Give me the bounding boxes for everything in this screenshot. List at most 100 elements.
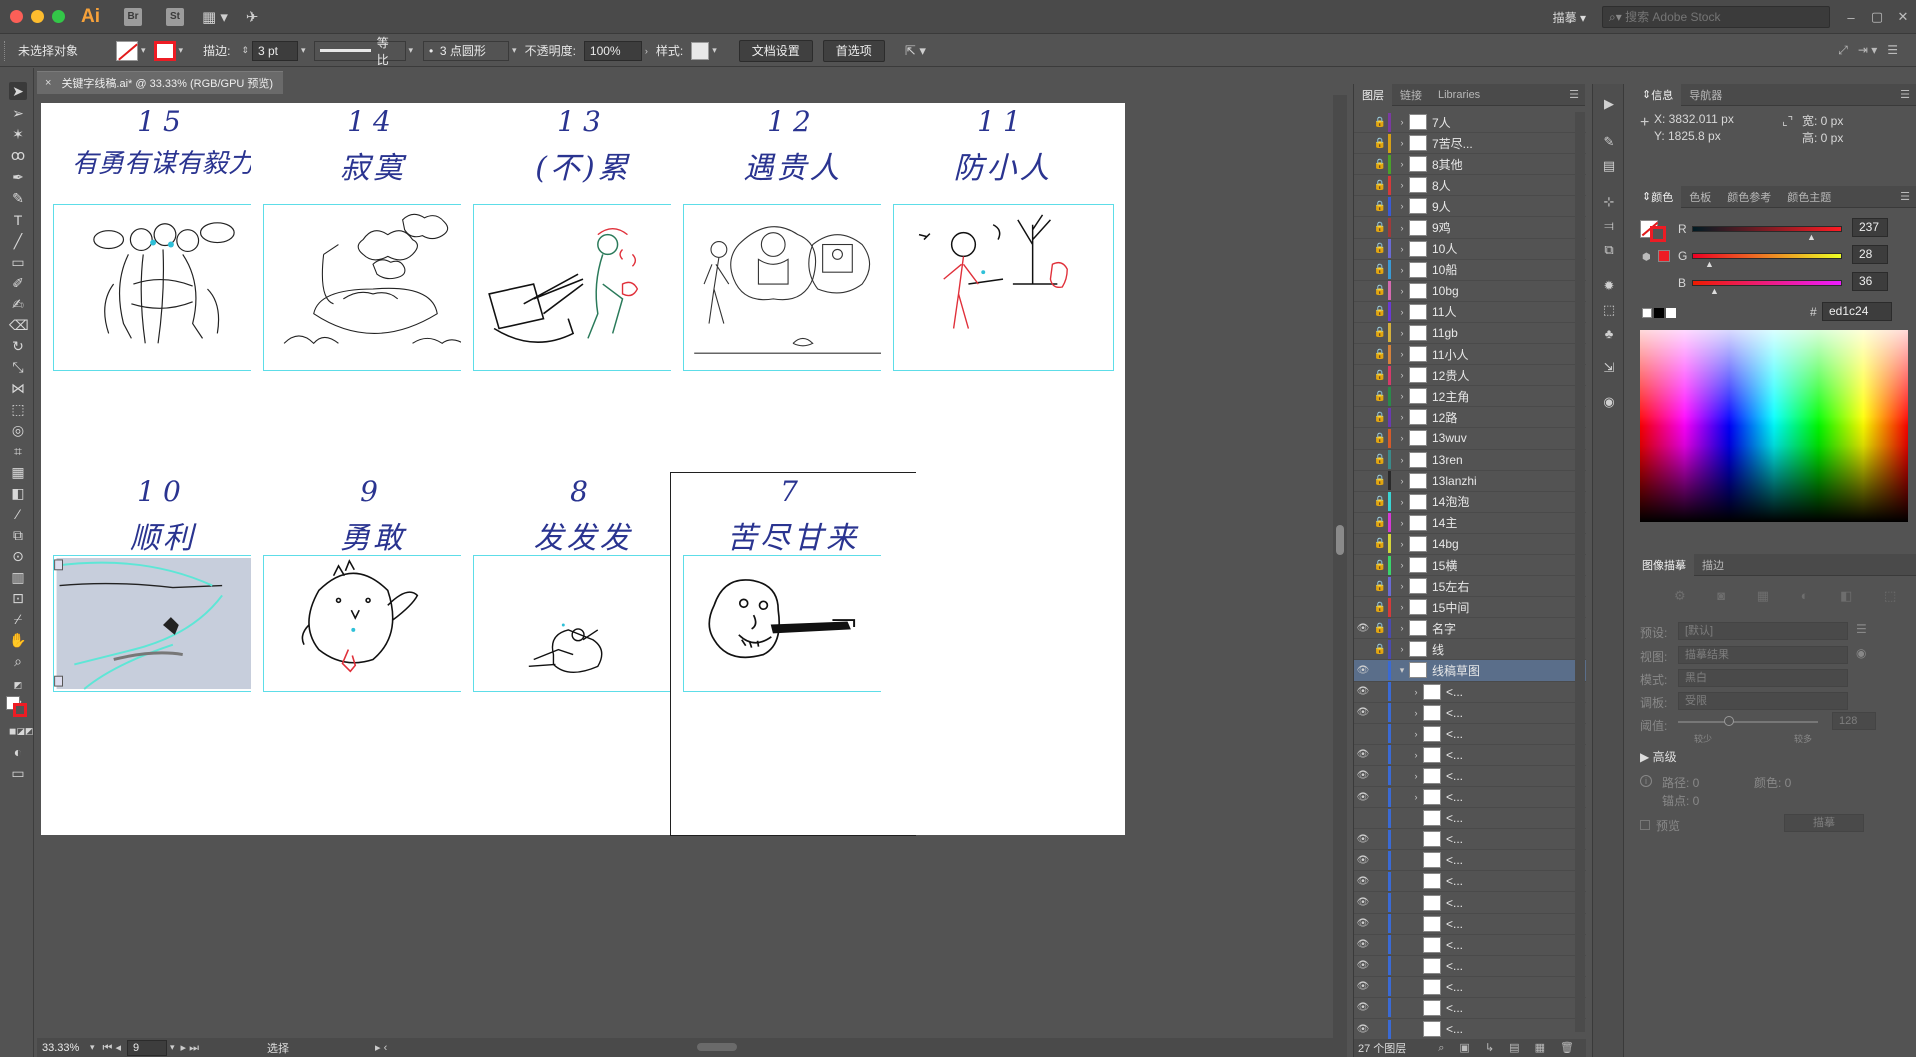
- layer-name[interactable]: 15左右: [1432, 578, 1570, 595]
- stroke-profile-select[interactable]: 等比: [313, 36, 406, 67]
- visibility-eye-icon[interactable]: 👁: [1354, 665, 1372, 676]
- preset-select[interactable]: [默认]: [1678, 622, 1848, 640]
- expand-arrow-icon[interactable]: ▾: [1395, 665, 1409, 676]
- layer-row[interactable]: 👁▾线稿草图○: [1354, 660, 1586, 682]
- tab-stroke[interactable]: 描边: [1694, 554, 1732, 576]
- lock-icon[interactable]: 🔒: [1372, 159, 1388, 170]
- r-slider[interactable]: [1692, 226, 1842, 232]
- close-icon[interactable]: ✕: [1890, 9, 1916, 25]
- lock-icon[interactable]: 🔒: [1372, 391, 1388, 402]
- chevron-down-icon[interactable]: ▾: [170, 1042, 175, 1053]
- panel-options-icon[interactable]: ⤢ ⇥ ▾ ☰: [1838, 43, 1898, 58]
- gpu-performance-icon[interactable]: ✈: [246, 8, 259, 26]
- layer-row[interactable]: 🔒›10船○: [1354, 260, 1586, 281]
- expand-arrow-icon[interactable]: ›: [1409, 687, 1423, 697]
- layer-row[interactable]: 🔒›12主角○: [1354, 386, 1586, 408]
- sublayer-row[interactable]: 👁<...○: [1354, 977, 1586, 998]
- fill-stroke-icon[interactable]: [6, 696, 28, 718]
- sublayer-name[interactable]: <...: [1446, 1022, 1570, 1036]
- direct-selection-tool-icon[interactable]: ➢: [9, 104, 27, 122]
- b-value-field[interactable]: 36: [1852, 272, 1888, 291]
- rectangle-tool-icon[interactable]: ▭: [9, 253, 27, 271]
- default-colors-icon[interactable]: ◩ ⇄: [9, 676, 27, 708]
- expand-arrow-icon[interactable]: ›: [1395, 560, 1409, 570]
- sublayer-name[interactable]: <...: [1446, 980, 1570, 994]
- layer-row[interactable]: 🔒›14泡泡○: [1354, 492, 1586, 513]
- lasso-icon[interactable]: ꝏ: [9, 146, 27, 164]
- expand-arrow-icon[interactable]: ›: [1409, 729, 1423, 739]
- artboard-9[interactable]: 9 勇敢: [251, 473, 495, 835]
- lock-icon[interactable]: 🔒: [1372, 243, 1388, 254]
- sublayer-name[interactable]: <...: [1446, 748, 1570, 762]
- panel-menu-icon[interactable]: ☰: [1900, 190, 1910, 203]
- sublayer-name[interactable]: <...: [1446, 874, 1570, 888]
- lock-icon[interactable]: 🔒: [1372, 117, 1388, 128]
- expand-arrow-icon[interactable]: ›: [1395, 265, 1409, 275]
- tab-swatches[interactable]: 色板: [1681, 186, 1719, 208]
- sublayer-name[interactable]: <...: [1446, 769, 1570, 783]
- graph-tool-icon[interactable]: ▥: [9, 568, 27, 586]
- layer-name[interactable]: 13lanzhi: [1432, 474, 1570, 488]
- layer-name[interactable]: 10人: [1432, 240, 1570, 257]
- lock-icon[interactable]: 🔒: [1372, 475, 1388, 486]
- fill-stroke-indicator[interactable]: [1640, 212, 1670, 242]
- expand-arrow-icon[interactable]: ›: [1409, 708, 1423, 718]
- minimize-icon[interactable]: –: [1838, 10, 1864, 25]
- stock-search-input[interactable]: [1625, 10, 1816, 24]
- sublayer-row[interactable]: ›<...○: [1354, 724, 1586, 745]
- layer-name[interactable]: 14bg: [1432, 537, 1570, 551]
- lock-icon[interactable]: 🔒: [1372, 581, 1388, 592]
- sublayer-name[interactable]: <...: [1446, 832, 1570, 846]
- grip-handle[interactable]: [4, 40, 10, 61]
- pen-tool-icon[interactable]: ✒: [9, 168, 27, 186]
- line-tool-icon[interactable]: ╱: [9, 232, 27, 250]
- layer-actions-icons[interactable]: ⌕ ▣ ↳ ▤ ▦ 🗑: [1438, 1041, 1580, 1055]
- close-tab-icon[interactable]: ×: [45, 77, 51, 89]
- expand-arrow-icon[interactable]: ›: [1395, 391, 1409, 401]
- preferences-button[interactable]: 首选项: [822, 39, 885, 62]
- sketch-frame[interactable]: [53, 555, 274, 692]
- chevron-down-icon[interactable]: ▾: [141, 45, 146, 56]
- expand-arrow-icon[interactable]: ›: [1409, 750, 1423, 760]
- sublayer-row[interactable]: 👁<...○: [1354, 998, 1586, 1020]
- expand-arrow-icon[interactable]: ›: [1409, 792, 1423, 802]
- bridge-button[interactable]: Br: [124, 7, 142, 26]
- sublayer-name[interactable]: <...: [1446, 959, 1570, 973]
- artboard-empty[interactable]: [881, 473, 1125, 835]
- sublayer-row[interactable]: 👁›<...○: [1354, 745, 1586, 766]
- threshold-slider[interactable]: [1678, 721, 1818, 723]
- document-tab[interactable]: × 关键字线稿.ai* @ 33.33% (RGB/GPU 预览): [37, 71, 283, 94]
- rotate-tool-icon[interactable]: ↻: [9, 337, 27, 355]
- visibility-eye-icon[interactable]: 👁: [1354, 939, 1372, 950]
- lock-icon[interactable]: 🔒: [1372, 285, 1388, 296]
- hex-field[interactable]: ed1c24: [1822, 302, 1892, 321]
- sublayer-row[interactable]: 👁›<...○: [1354, 703, 1586, 724]
- layer-name[interactable]: 10船: [1432, 261, 1570, 278]
- expand-arrow-icon[interactable]: ›: [1395, 223, 1409, 233]
- layer-row[interactable]: 🔒›9鸡○: [1354, 217, 1586, 239]
- eyedropper-icon[interactable]: ⁄: [9, 505, 27, 523]
- zoom-field[interactable]: 33.33%: [37, 1039, 87, 1056]
- layer-row[interactable]: 🔒›15中间○: [1354, 597, 1586, 619]
- tab-links[interactable]: 链接: [1392, 84, 1430, 106]
- arrange-documents-icon[interactable]: ▦ ▾: [202, 8, 228, 26]
- layer-name[interactable]: 12路: [1432, 409, 1570, 426]
- white-swatch[interactable]: [1666, 308, 1676, 318]
- magic-wand-icon[interactable]: ✶: [9, 125, 27, 143]
- visibility-eye-icon[interactable]: 👁: [1354, 876, 1372, 887]
- maximize-window-button[interactable]: [52, 10, 65, 23]
- lock-icon[interactable]: 🔒: [1372, 433, 1388, 444]
- stepper-icon[interactable]: ⇕: [241, 45, 249, 56]
- layer-name[interactable]: 11小人: [1432, 346, 1570, 363]
- graphic-styles-icon[interactable]: ⬚: [1601, 302, 1617, 318]
- expand-arrow-icon[interactable]: ›: [1395, 602, 1409, 612]
- preview-checkbox[interactable]: [1640, 820, 1650, 830]
- layer-row[interactable]: 🔒›8其他○: [1354, 154, 1586, 176]
- layer-row[interactable]: 🔒›9人○: [1354, 196, 1586, 218]
- layer-name[interactable]: 12贵人: [1432, 367, 1570, 384]
- visibility-eye-icon[interactable]: 👁: [1354, 918, 1372, 929]
- chevron-down-icon[interactable]: ▾: [301, 45, 306, 56]
- mode-select[interactable]: 黑白: [1678, 669, 1848, 687]
- sublayer-name[interactable]: <...: [1446, 917, 1570, 931]
- color-spectrum[interactable]: [1640, 330, 1908, 522]
